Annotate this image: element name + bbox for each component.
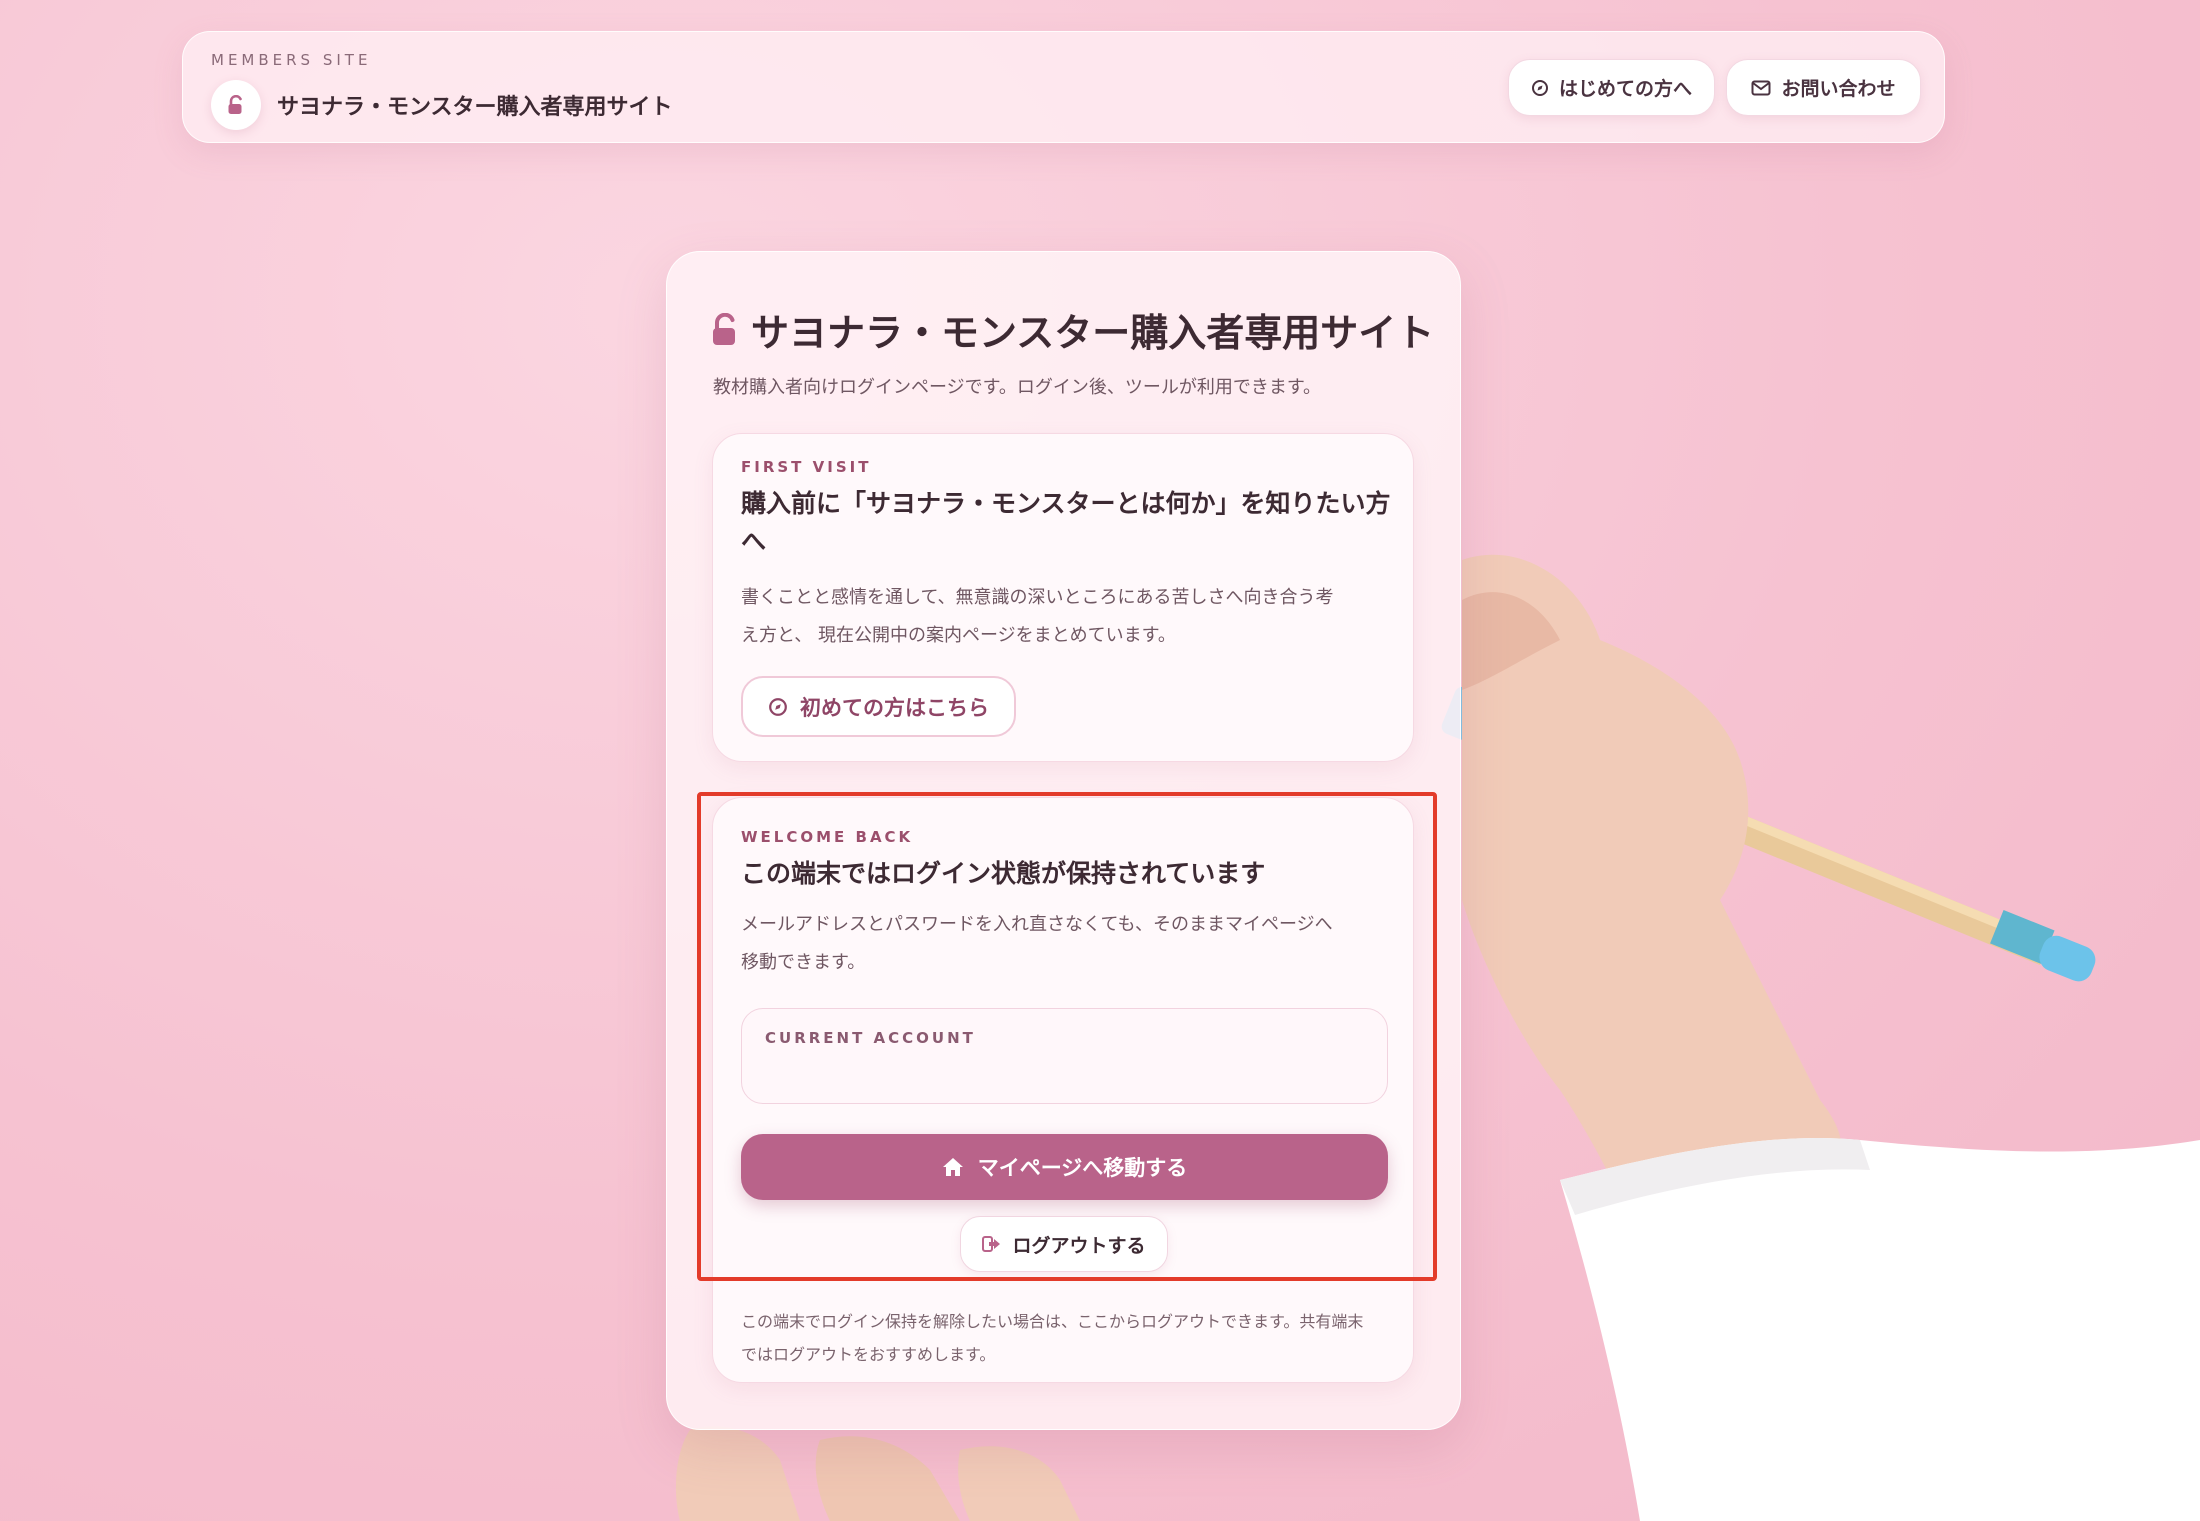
hand-decoration [1462,554,2200,1521]
first-visit-text: 書くことと感情を通して、無意識の深いところにある苦しさへ向き合う考 え方と、 現… [741,579,1391,655]
first-time-button[interactable]: はじめての方へ [1508,59,1715,116]
compass-icon [1531,79,1548,96]
first-visit-text-line2: え方と、 現在公開中の案内ページをまとめています。 [741,625,1176,646]
page-title-text: サヨナラ・モンスター購入者専用サイト [751,311,1435,355]
pencil-decoration [1441,686,2096,982]
first-visit-title: 購入前に「サヨナラ・モンスターとは何か」を知りたい方 へ [741,485,1391,561]
logout-note-line2: ではログアウトをおすすめします。 [741,1345,996,1364]
compass-icon [769,697,787,716]
logout-note-line1: この端末でログイン保持を解除したい場合は、ここからログアウトできます。共有端末 [741,1312,1364,1331]
first-visit-panel: FIRST VISIT 購入前に「サヨナラ・モンスターとは何か」を知りたい方 へ… [712,433,1414,762]
page-title: サヨナラ・モンスター購入者専用サイト [711,302,1434,357]
mail-icon [1751,80,1771,95]
header-eyebrow: MEMBERS SITE [211,51,372,69]
first-visit-eyebrow: FIRST VISIT [741,458,872,476]
first-visit-title-line1: 購入前に「サヨナラ・モンスターとは何か」を知りたい方 [741,489,1391,518]
contact-button[interactable]: お問い合わせ [1726,59,1921,116]
page-subtitle: 教材購入者向けログインページです。ログイン後、ツールが利用できます。 [713,377,1322,398]
site-header: MEMBERS SITE サヨナラ・モンスター購入者専用サイト はじめての方へ … [182,31,1945,143]
highlight-box [697,792,1437,1281]
first-visit-title-line2: へ [741,527,767,556]
first-visit-link-label: 初めての方はこちら [800,695,989,720]
first-visit-text-line1: 書くことと感情を通して、無意識の深いところにある苦しさへ向き合う考 [741,587,1334,608]
unlock-icon [713,312,735,345]
first-visit-link-button[interactable]: 初めての方はこちら [741,676,1016,737]
site-name[interactable]: サヨナラ・モンスター購入者専用サイト [277,89,673,121]
unlock-icon [228,95,242,114]
site-logo[interactable] [211,80,261,130]
logout-note: この端末でログイン保持を解除したい場合は、ここからログアウトできます。共有端末 … [741,1305,1401,1371]
hand-decoration-bottom [675,1426,1080,1521]
first-time-label: はじめての方へ [1558,78,1692,100]
contact-label: お問い合わせ [1781,78,1896,100]
